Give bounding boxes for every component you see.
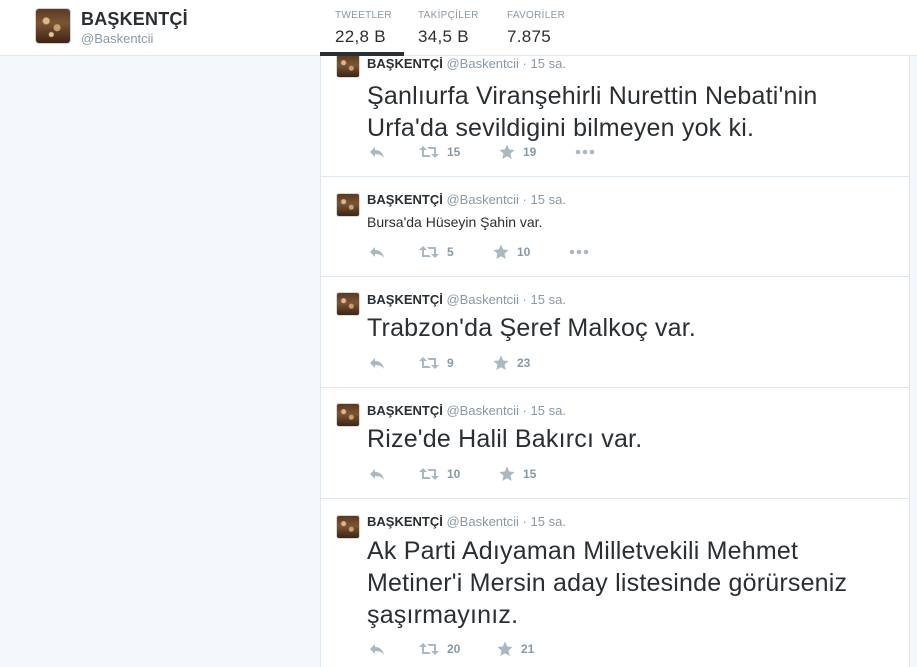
retweet-count: 20 — [447, 642, 461, 656]
tweet-timestamp[interactable]: 15 sa. — [531, 403, 566, 418]
separator-dot: · — [522, 56, 527, 71]
reply-button[interactable] — [369, 353, 385, 373]
tweet-author[interactable]: BAŞKENTÇİ — [367, 403, 443, 418]
reply-icon — [370, 358, 384, 369]
favorite-button[interactable]: 10 — [493, 242, 530, 262]
tweet-handle[interactable]: @Baskentcii — [446, 56, 518, 71]
favorite-button[interactable]: 21 — [497, 639, 534, 659]
tweet-author[interactable]: BAŞKENTÇİ — [367, 514, 443, 529]
tweet-author[interactable]: BAŞKENTÇİ — [367, 292, 443, 307]
retweet-count: 9 — [447, 356, 454, 370]
tweet-handle[interactable]: @Baskentcii — [446, 403, 518, 418]
retweet-count: 10 — [447, 467, 461, 481]
tweet-header: BAŞKENTÇİ @Baskentcii · 15 sa. — [367, 403, 566, 418]
reply-icon — [370, 469, 384, 480]
tweet-handle[interactable]: @Baskentcii — [446, 292, 518, 307]
star-icon — [497, 641, 513, 656]
tweet-header: BAŞKENTÇİ @Baskentcii · 15 sa. — [367, 514, 566, 529]
favorite-count: 19 — [523, 145, 537, 159]
tweet-timestamp[interactable]: 15 sa. — [531, 192, 566, 207]
tweet-header: BAŞKENTÇİ @Baskentcii · 15 sa. — [367, 292, 566, 307]
star-icon — [499, 466, 515, 481]
tweet-timeline: BAŞKENTÇİ @Baskentcii · 15 sa. Şanlıurfa… — [320, 56, 910, 667]
tweet-header: BAŞKENTÇİ @Baskentcii · 15 sa. — [367, 192, 566, 207]
retweet-button[interactable]: 15 — [419, 142, 460, 162]
more-icon — [569, 249, 589, 255]
retweet-button[interactable]: 5 — [419, 242, 454, 262]
tweet-avatar[interactable] — [336, 292, 360, 316]
star-icon — [493, 355, 509, 370]
reply-button[interactable] — [369, 639, 385, 659]
favorite-count: 15 — [523, 467, 537, 481]
favorite-count: 23 — [517, 356, 531, 370]
tweet-handle[interactable]: @Baskentcii — [446, 192, 518, 207]
profile-avatar[interactable] — [35, 8, 71, 44]
tweet-avatar[interactable] — [336, 515, 360, 539]
stat-value: 7.875 — [507, 27, 552, 46]
stat-value: 22,8 B — [335, 27, 386, 46]
profile-nav: BAŞKENTÇİ @Baskentcii TWEETLER 22,8 B TA… — [0, 0, 917, 56]
retweet-icon — [419, 643, 439, 655]
more-button[interactable] — [569, 242, 589, 262]
stat-favorites[interactable]: FAVORİLER 7.875 — [492, 0, 582, 56]
tweet-avatar[interactable] — [336, 193, 360, 217]
reply-button[interactable] — [369, 142, 385, 162]
retweet-icon — [419, 357, 439, 369]
retweet-icon — [419, 468, 439, 480]
reply-icon — [370, 644, 384, 655]
retweet-icon — [419, 246, 439, 258]
tweet-text: Şanlıurfa Viranşehirli Nurettin Nebati'n… — [367, 82, 818, 142]
separator-dot: · — [522, 514, 527, 529]
more-icon — [575, 149, 595, 155]
stat-value: 34,5 B — [418, 27, 469, 46]
retweet-button[interactable]: 9 — [419, 353, 454, 373]
separator-dot: · — [522, 192, 527, 207]
tweet[interactable]: BAŞKENTÇİ @Baskentcii · 15 sa. Şanlıurfa… — [321, 56, 909, 177]
retweet-count: 15 — [447, 145, 461, 159]
tweet-author[interactable]: BAŞKENTÇİ — [367, 192, 443, 207]
tweet-text: Rize'de Halil Bakırcı var. — [367, 425, 643, 453]
stat-tweets[interactable]: TWEETLER 22,8 B — [320, 0, 404, 56]
stat-followers[interactable]: TAKİPÇİLER 34,5 B — [404, 0, 490, 56]
tweet-avatar[interactable] — [336, 56, 360, 78]
tweet[interactable]: BAŞKENTÇİ @Baskentcii · 15 sa. Bursa'da … — [321, 177, 909, 277]
separator-dot: · — [522, 403, 527, 418]
tweet-timestamp[interactable]: 15 sa. — [531, 56, 566, 71]
stat-label: FAVORİLER — [507, 10, 566, 21]
retweet-button[interactable]: 20 — [419, 639, 460, 659]
retweet-count: 5 — [447, 245, 454, 259]
star-icon — [493, 244, 509, 259]
tweet-author[interactable]: BAŞKENTÇİ — [367, 56, 443, 71]
tweet-text: Ak Parti Adıyaman Milletvekili Mehmet Me… — [367, 537, 848, 629]
reply-button[interactable] — [369, 242, 385, 262]
tweet[interactable]: BAŞKENTÇİ @Baskentcii · 15 sa. Ak Parti … — [321, 499, 909, 667]
star-icon — [499, 144, 515, 159]
favorite-button[interactable]: 19 — [499, 142, 536, 162]
tweet[interactable]: BAŞKENTÇİ @Baskentcii · 15 sa. Trabzon'd… — [321, 277, 909, 388]
tweet[interactable]: BAŞKENTÇİ @Baskentcii · 15 sa. Rize'de H… — [321, 388, 909, 499]
favorite-count: 21 — [521, 642, 535, 656]
stat-label: TAKİPÇİLER — [418, 10, 479, 21]
tweet-timestamp[interactable]: 15 sa. — [531, 292, 566, 307]
more-button[interactable] — [575, 142, 595, 162]
profile-handle[interactable]: @Baskentcii — [81, 31, 153, 46]
tweet-header: BAŞKENTÇİ @Baskentcii · 15 sa. — [367, 56, 566, 71]
tweet-avatar[interactable] — [336, 403, 360, 427]
separator-dot: · — [522, 292, 527, 307]
favorite-button[interactable]: 23 — [493, 353, 530, 373]
favorite-button[interactable]: 15 — [499, 464, 536, 484]
tweet-text: Trabzon'da Şeref Malkoç var. — [367, 314, 697, 342]
reply-icon — [370, 247, 384, 258]
reply-button[interactable] — [369, 464, 385, 484]
stat-label: TWEETLER — [335, 10, 392, 21]
retweet-icon — [419, 146, 439, 158]
favorite-count: 10 — [517, 245, 531, 259]
retweet-button[interactable]: 10 — [419, 464, 460, 484]
profile-name[interactable]: BAŞKENTÇİ — [81, 9, 188, 30]
tweet-timestamp[interactable]: 15 sa. — [531, 514, 566, 529]
tweet-text: Bursa'da Hüseyin Şahin var. — [367, 214, 543, 230]
reply-icon — [370, 147, 384, 158]
tweet-handle[interactable]: @Baskentcii — [446, 514, 518, 529]
